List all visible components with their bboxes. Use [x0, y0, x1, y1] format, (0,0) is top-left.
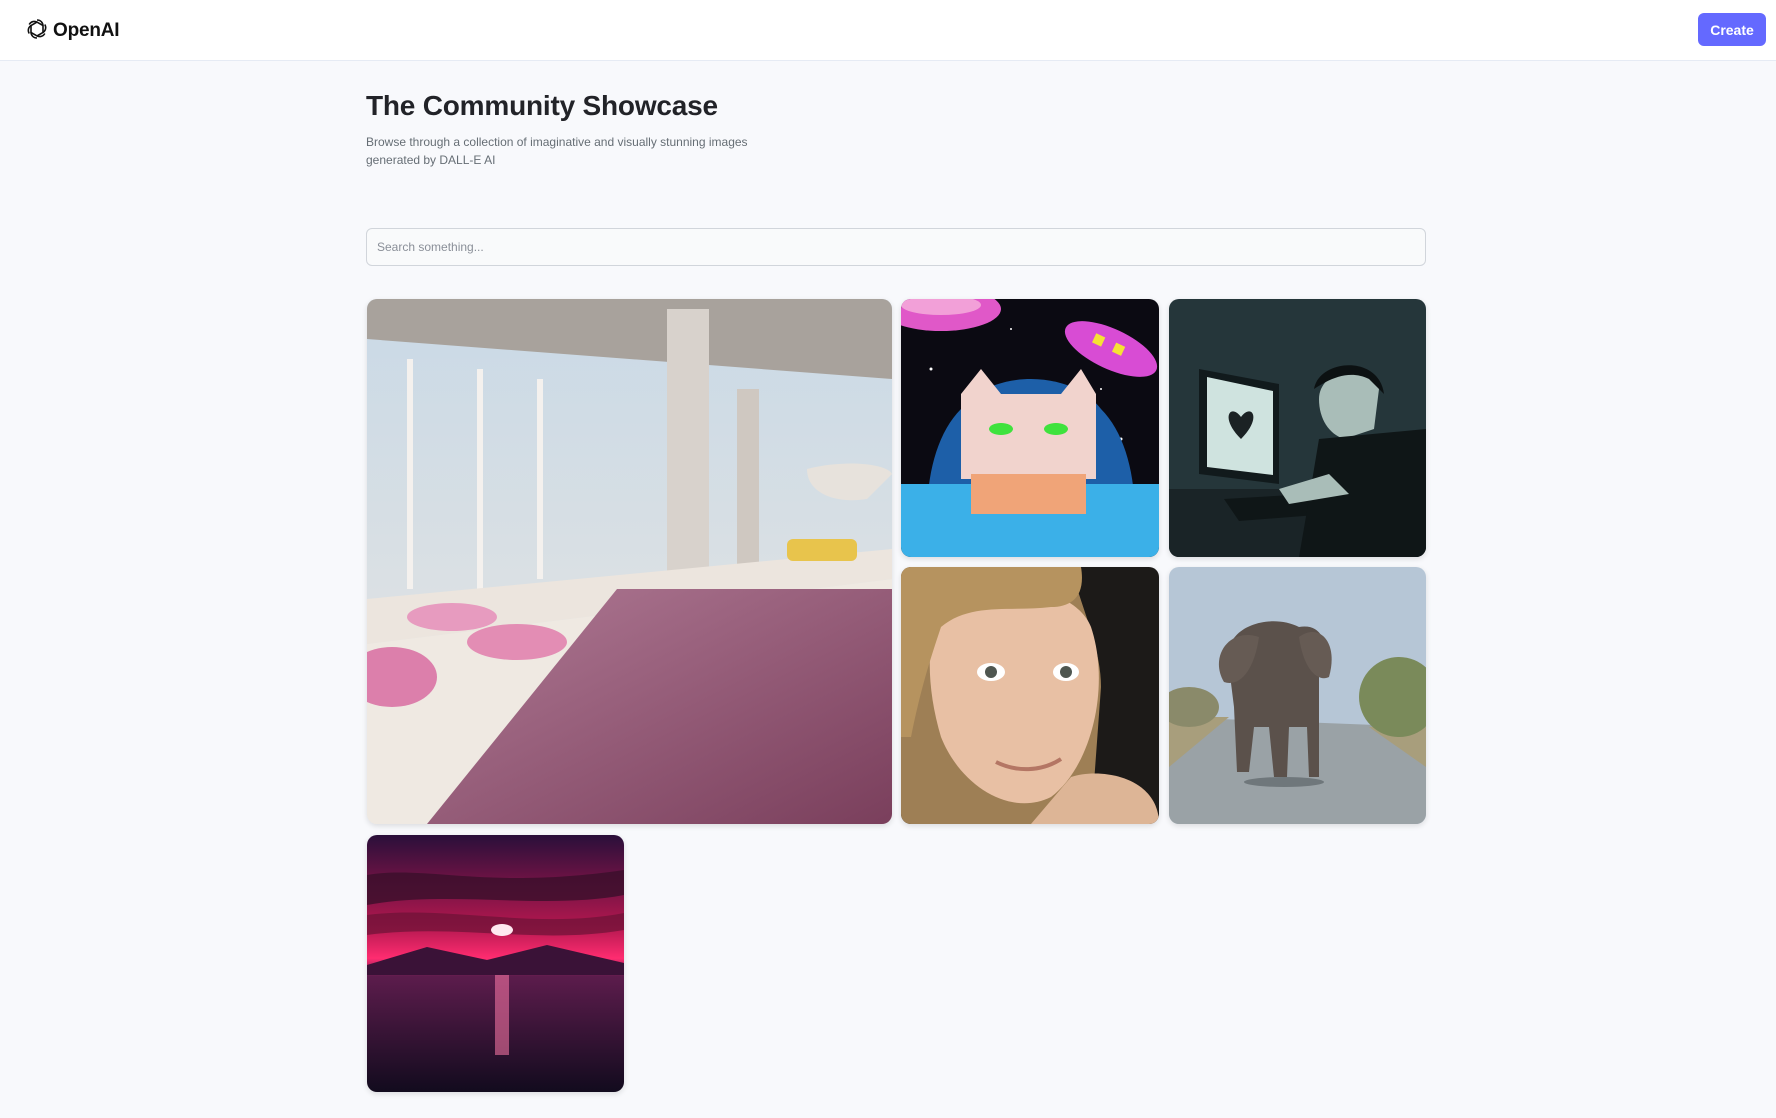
openai-logo-icon	[25, 17, 49, 46]
pool-interior-image	[367, 299, 892, 824]
gallery-card-computer-heart[interactable]	[1169, 299, 1426, 557]
page-title: The Community Showcase	[366, 90, 718, 121]
page-subtitle: Browse through a collection of imaginati…	[366, 135, 748, 167]
gallery-card-sunset[interactable]	[367, 835, 624, 1092]
computer-heart-image	[1169, 299, 1426, 557]
gallery-card-pool-interior[interactable]	[367, 299, 892, 824]
create-button[interactable]: Create	[1698, 13, 1766, 46]
sunset-image	[367, 835, 624, 1092]
portrait-image	[901, 567, 1159, 824]
openai-logo-link[interactable]: OpenAI	[25, 17, 120, 46]
space-cat-image	[901, 299, 1159, 557]
search-container	[366, 228, 1426, 266]
elephant-image	[1169, 567, 1426, 824]
logo-text: OpenAI	[53, 20, 120, 41]
search-input[interactable]	[366, 228, 1426, 266]
gallery-card-elephant[interactable]	[1169, 567, 1426, 824]
gallery-card-space-cat[interactable]	[901, 299, 1159, 557]
gallery-card-portrait[interactable]	[901, 567, 1159, 824]
top-navbar: OpenAI Create	[0, 0, 1776, 61]
